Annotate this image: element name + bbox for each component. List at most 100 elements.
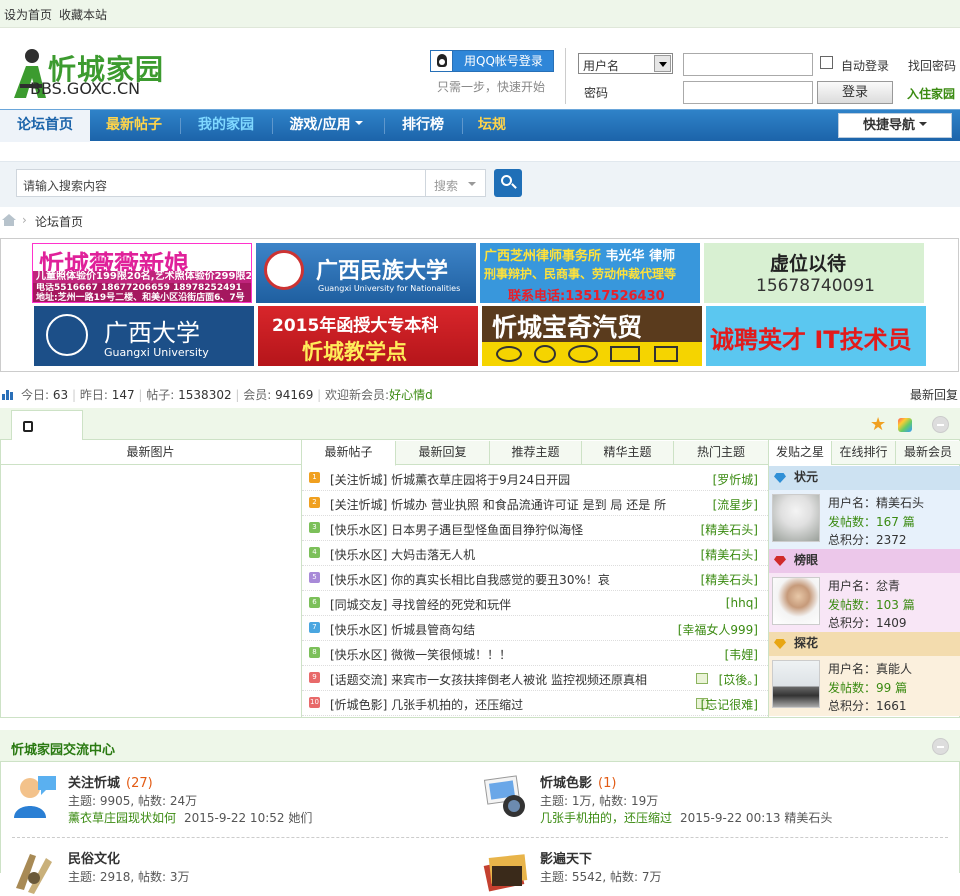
forum-stats: 主题: 2918, 帖数: 3万	[68, 870, 190, 884]
login-button[interactable]: 登录	[817, 81, 893, 104]
nav-item-home[interactable]: 论坛首页	[0, 110, 90, 142]
qq-login-button[interactable]: 用QQ帐号登录	[430, 50, 554, 72]
thread-author[interactable]: [hhq]	[726, 596, 758, 610]
thread-author[interactable]: [精美石头]	[701, 521, 758, 538]
avatar[interactable]	[772, 660, 820, 708]
forum-name: 民俗文化	[68, 852, 121, 867]
ad-vacant[interactable]: 虚位以待 15678740091	[704, 243, 924, 303]
thread-author[interactable]: [罗忻城]	[713, 471, 758, 488]
thread-row[interactable]: 4 [快乐水区] 大妈击落无人机 [精美石头]	[302, 541, 768, 566]
app-icon[interactable]	[898, 418, 912, 432]
last-post-link[interactable]: 几张手机拍的，还压缩过	[540, 811, 672, 825]
thread-row[interactable]: 2 [关注忻城] 忻城办 营业执照 和食品流通许可证 是到 局 还是 所 [流星步]	[302, 491, 768, 516]
register-link[interactable]: 入住家园	[907, 85, 955, 102]
thread-row[interactable]: 1 [关注忻城] 忻城薰衣草庄园将于9月24日开园 [罗忻城]	[302, 466, 768, 491]
bookmark-link[interactable]: 收藏本站	[59, 6, 107, 23]
thread-row[interactable]: 3 [快乐水区] 日本男子遇巨型怪鱼面目狰狞似海怪 [精美石头]	[302, 516, 768, 541]
nav-separator	[180, 118, 181, 134]
thread-title[interactable]: [快乐水区] 忻城县管商勾结	[330, 621, 690, 638]
stat-members: 94169	[275, 388, 314, 402]
account-type-select[interactable]: 用户名	[578, 53, 673, 74]
ad-correspondence-course[interactable]: 2015年函授大专本科 忻城教学点	[258, 306, 478, 366]
thread-title[interactable]: [话题交流] 来宾市一女孩扶摔倒老人被讹 监控视频还原真相	[330, 671, 690, 688]
home-icon[interactable]	[2, 214, 16, 226]
ad-title: 2015年函授大专本科	[272, 316, 439, 336]
set-home-link[interactable]: 设为首页	[4, 6, 52, 23]
photo-camera-icon[interactable]	[482, 772, 530, 820]
thread-row[interactable]: 5 [快乐水区] 你的真实长相比自我感觉的要丑30%！哀 [精美石头]	[302, 566, 768, 591]
search-input[interactable]: 请输入搜索内容	[16, 169, 426, 197]
thread-row[interactable]: 9 [话题交流] 来宾市一女孩扶摔倒老人被讹 监控视频还原真相 [苡後。]	[302, 666, 768, 691]
tab-recommended[interactable]: 推荐主题	[490, 441, 582, 465]
forum-stats: 今日: 63 | 昨日: 147 | 帖子: 1538302 | 会员: 941…	[21, 388, 433, 402]
ad-hiring[interactable]: 诚聘英才 IT技术员	[706, 306, 926, 366]
thread-row[interactable]: 8 [快乐水区] 微微一笑很倾城！！！ [韦娌]	[302, 641, 768, 666]
last-post-link[interactable]: 薰衣草庄园现状如何	[68, 811, 176, 825]
ad-gxun[interactable]: 广西民族大学 Guangxi University for Nationalit…	[256, 243, 476, 303]
nav-item-latest[interactable]: 最新帖子	[92, 110, 176, 142]
collapse-icon[interactable]	[932, 416, 949, 433]
quick-nav-button[interactable]: 快捷导航	[838, 113, 952, 138]
forum-name: 忻城色影	[540, 776, 593, 791]
tab-post-stars[interactable]: 发贴之星	[769, 441, 832, 465]
nav-item-games[interactable]: 游戏/应用	[276, 110, 376, 142]
search-button[interactable]	[494, 169, 522, 197]
nav-item-myhome[interactable]: 我的家园	[184, 110, 268, 142]
thread-row[interactable]: 10 [忻城色影] 几张手机拍的，还压缩过 [忘记很难]	[302, 691, 768, 716]
thread-author[interactable]: [忘记很难]	[701, 696, 758, 713]
ad-wedding-studio[interactable]: 忻城薇薇新娘 儿童照体验价199限20名,艺术照体验价299限20名 电话551…	[32, 243, 252, 303]
tab-online-ranking[interactable]: 在线排行	[832, 441, 896, 465]
tab-latest-threads[interactable]: 最新帖子	[302, 441, 396, 466]
thread-author[interactable]: [精美石头]	[701, 546, 758, 563]
latest-reply-link[interactable]: 最新回复	[910, 386, 958, 403]
thread-row[interactable]: 6 [同城交友] 寻找曾经的死党和玩伴 [hhq]	[302, 591, 768, 616]
forum-center-title[interactable]: 忻城家园交流中心	[11, 739, 115, 758]
tab-hot[interactable]: 热门主题	[674, 441, 768, 465]
thread-author[interactable]: [精美石头]	[701, 571, 758, 588]
rank-points: 2372	[876, 533, 907, 547]
nav-item-ranking[interactable]: 排行榜	[388, 110, 458, 142]
ad-law-firm[interactable]: 广西芝州律师事务所 韦光华 律师 刑事辩护、民商事、劳动仲裁代理等 联系电话:1…	[480, 243, 700, 303]
thread-title[interactable]: [快乐水区] 你的真实长相比自我感觉的要丑30%！哀	[330, 571, 690, 588]
thread-author[interactable]: [苡後。]	[719, 671, 758, 688]
thread-title[interactable]: [同城交友] 寻找曾经的死党和玩伴	[330, 596, 690, 613]
thread-rank-badge: 1	[309, 472, 320, 483]
password-input[interactable]	[683, 81, 813, 104]
qq-login-hint: 只需一步，快速开始	[437, 80, 546, 94]
ad-car-dealer[interactable]: 忻城宝奇汽贸	[482, 306, 702, 366]
nav-item-rules[interactable]: 坛规	[466, 110, 518, 142]
film-icon[interactable]	[482, 848, 530, 896]
thread-title[interactable]: [快乐水区] 大妈击落无人机	[330, 546, 690, 563]
tab-latest-replies[interactable]: 最新回复	[396, 441, 490, 465]
user-chat-icon[interactable]	[10, 772, 58, 820]
star-icon[interactable]: ★	[870, 414, 886, 435]
top-bar: 设为首页 收藏本站	[0, 0, 960, 28]
culture-icon[interactable]	[10, 848, 58, 896]
forum-item: 关注忻城 (27) 主题: 9905, 帖数: 24万 薰衣草庄园现状如何 2015…	[10, 772, 470, 832]
collapse-icon[interactable]	[932, 738, 949, 755]
tab-new-members[interactable]: 最新会员	[896, 441, 960, 465]
thread-author[interactable]: [流星步]	[713, 496, 758, 513]
username-input[interactable]	[683, 53, 813, 76]
thread-title[interactable]: [快乐水区] 日本男子遇巨型怪鱼面目狰狞似海怪	[330, 521, 690, 538]
new-member-link[interactable]: 好心情d	[389, 388, 433, 402]
avatar[interactable]	[772, 577, 820, 625]
breadcrumb-current[interactable]: 论坛首页	[35, 213, 83, 230]
thread-author[interactable]: [韦娌]	[725, 646, 758, 663]
avatar[interactable]	[772, 494, 820, 542]
tab-featured[interactable]: 精华主题	[582, 441, 674, 465]
thread-row[interactable]: 7 [快乐水区] 忻城县管商勾结 [幸福女人999]	[302, 616, 768, 641]
thread-title[interactable]: [关注忻城] 忻城薰衣草庄园将于9月24日开园	[330, 471, 690, 488]
ad-subtitle: 儿童照体验价199限20名,艺术照体验价299限20名	[33, 271, 251, 283]
thread-title[interactable]: [快乐水区] 微微一笑很倾城！！！	[330, 646, 690, 663]
portal-panel-tab[interactable]	[11, 410, 83, 440]
autologin-checkbox[interactable]	[820, 56, 833, 69]
portal-panel-header	[0, 408, 960, 440]
thread-author[interactable]: [幸福女人999]	[678, 621, 758, 638]
image-attachment-icon	[696, 673, 708, 684]
thread-title[interactable]: [关注忻城] 忻城办 营业执照 和食品流通许可证 是到 局 还是 所	[330, 496, 690, 513]
search-type-select[interactable]: 搜索	[426, 169, 486, 197]
find-password-link[interactable]: 找回密码	[908, 57, 956, 74]
ad-gxu[interactable]: 广西大学 Guangxi University	[34, 306, 254, 366]
thread-title[interactable]: [忻城色影] 几张手机拍的，还压缩过	[330, 696, 690, 713]
